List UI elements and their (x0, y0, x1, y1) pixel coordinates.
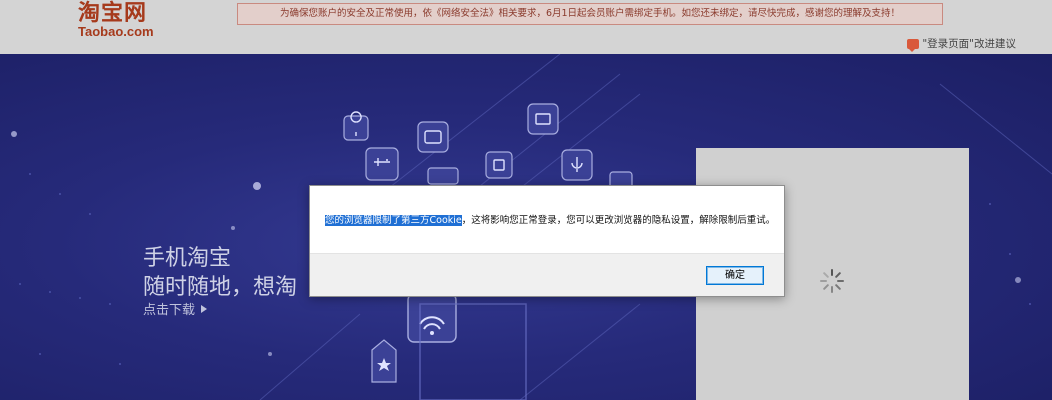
download-link[interactable]: 点击下载 (143, 299, 208, 318)
page-header: 淘宝网 Taobao.com 为确保您账户的安全及正常使用，依《网络安全法》相关… (0, 0, 1052, 54)
dialog-message-rest: ，这将影响您正常登录，您可以更改浏览器的隐私设置，解除限制后重试。 (461, 215, 776, 226)
hero-subtitle: 随时随地，想淘 (143, 275, 298, 300)
feedback-link-label: "登录页面"改进建议 (922, 38, 1016, 50)
dialog-message-highlight: 您的浏览器限制了第三方Cookie (325, 215, 462, 226)
download-link-label: 点击下载 (143, 303, 196, 318)
dialog-footer: 确定 (310, 253, 784, 296)
spinner-icon (820, 269, 844, 293)
dialog-message: 您的浏览器限制了第三方Cookie，这将影响您正常登录，您可以更改浏览器的隐私设… (325, 212, 775, 226)
feedback-link[interactable]: "登录页面"改进建议 (907, 36, 1016, 52)
logo-text-en: Taobao.com (78, 24, 154, 39)
hero-title: 手机淘宝 (143, 246, 232, 271)
play-triangle-icon (201, 304, 208, 313)
dialog-body: 您的浏览器限制了第三方Cookie，这将影响您正常登录，您可以更改浏览器的隐私设… (310, 186, 784, 253)
chat-bubble-icon (907, 38, 920, 52)
cookie-alert-dialog: 您的浏览器限制了第三方Cookie，这将影响您正常登录，您可以更改浏览器的隐私设… (309, 185, 785, 297)
ok-button[interactable]: 确定 (706, 266, 764, 285)
logo-text-cn: 淘宝网 (78, 1, 148, 26)
phone-binding-notice: 为确保您账户的安全及正常使用，依《网络安全法》相关要求，6月1日起会员账户需绑定… (237, 3, 943, 25)
taobao-logo[interactable]: 淘宝网 Taobao.com (78, 2, 168, 40)
